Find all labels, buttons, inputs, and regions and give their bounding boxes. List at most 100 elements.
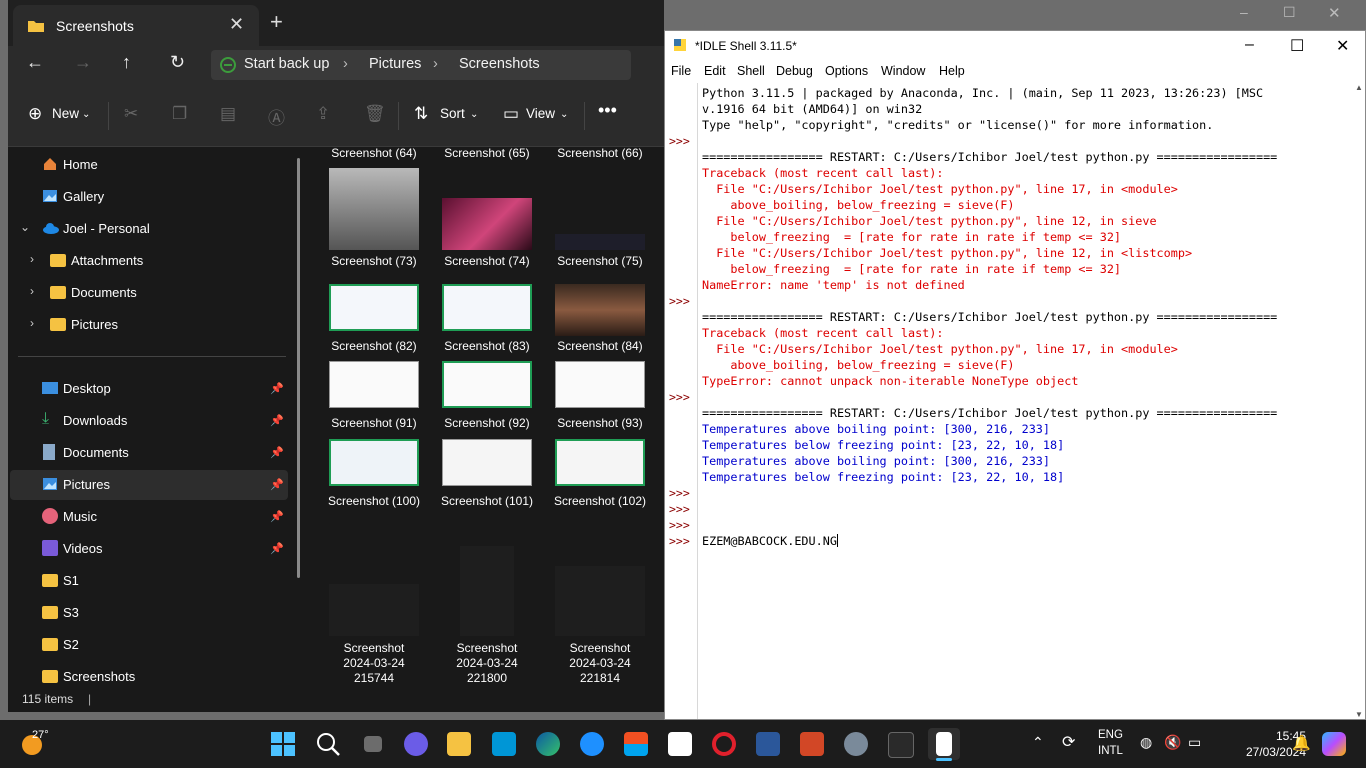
sidebar-item-s3[interactable]: S3 [10, 598, 288, 628]
pin-icon[interactable]: 📌 [270, 478, 284, 491]
shell-prompt: >>> [669, 134, 690, 148]
file-name-line: 221814 [579, 671, 621, 685]
pin-icon[interactable]: 📌 [270, 414, 284, 427]
task-view-button[interactable] [357, 728, 389, 760]
sidebar-item-home[interactable]: Home [10, 150, 288, 180]
sidebar-item-documents[interactable]: › Documents [10, 278, 288, 308]
view-button[interactable]: View [526, 106, 555, 121]
explorer-minimize-icon[interactable]: – [1240, 4, 1248, 20]
sidebar-item-downloads[interactable]: ⤓ Downloads 📌 [10, 406, 288, 436]
sidebar-scrollbar[interactable] [297, 158, 300, 578]
share-icon[interactable]: ⇪ [316, 104, 330, 124]
chevron-right-icon[interactable]: › [30, 316, 34, 330]
sidebar-item-s1[interactable]: S1 [10, 566, 288, 596]
scroll-up-icon[interactable]: ▲ [1355, 83, 1363, 92]
sort-button[interactable]: Sort [440, 106, 465, 121]
up-icon[interactable]: ↑ [122, 52, 131, 73]
search-button[interactable] [312, 728, 344, 760]
notification-icon[interactable]: 🔔 [1292, 734, 1311, 752]
word-button[interactable] [752, 728, 784, 760]
chevron-up-icon[interactable]: ⌃ [1032, 734, 1044, 751]
sidebar-item-pictures[interactable]: Pictures 📌 [10, 470, 288, 500]
sidebar-item-music[interactable]: Music 📌 [10, 502, 288, 532]
terminal-button[interactable] [884, 728, 916, 760]
menu-file[interactable]: File [671, 64, 691, 78]
delete-icon[interactable]: 🗑 [364, 104, 386, 124]
tab-close-icon[interactable]: ✕ [229, 14, 244, 35]
forward-icon[interactable]: → [74, 52, 92, 73]
myhp-button[interactable] [488, 728, 520, 760]
divider [398, 102, 399, 130]
shell-line: v.1916 64 bit (AMD64)] on win32 [702, 102, 923, 116]
powerpoint-button[interactable] [796, 728, 828, 760]
start-button[interactable] [267, 728, 299, 760]
microsoft-store-button[interactable] [620, 728, 652, 760]
battery-icon[interactable]: ▭ [1188, 734, 1201, 751]
settings-button[interactable] [840, 728, 872, 760]
copilot-icon[interactable] [1322, 732, 1346, 756]
rename-icon[interactable]: Ⓐ [268, 104, 285, 129]
menu-help[interactable]: Help [939, 64, 965, 78]
menu-options[interactable]: Options [825, 64, 868, 78]
pin-icon[interactable]: 📌 [270, 382, 284, 395]
sidebar-item-gallery[interactable]: Gallery [10, 182, 288, 212]
powerpoint-icon [800, 732, 824, 756]
pin-icon[interactable]: 📌 [270, 510, 284, 523]
pin-icon[interactable]: 📌 [270, 542, 284, 555]
copy-icon[interactable]: ❐ [172, 104, 187, 124]
sidebar-item-onedrive[interactable]: ⌄ Joel - Personal [10, 214, 288, 244]
terminal-icon [888, 732, 914, 758]
sidebar-item-s2[interactable]: S2 [10, 630, 288, 660]
file-explorer-button[interactable] [443, 728, 475, 760]
cut-icon[interactable]: ✂ [124, 104, 138, 124]
menu-shell[interactable]: Shell [737, 64, 765, 78]
back-icon[interactable]: ← [26, 52, 44, 73]
menu-edit[interactable]: Edit [704, 64, 726, 78]
breadcrumb-pictures[interactable]: Pictures [369, 56, 421, 72]
close-icon[interactable]: ✕ [1336, 36, 1349, 56]
teams-meet-button[interactable] [400, 728, 432, 760]
sidebar-item-pictures-onedrive[interactable]: › Pictures [10, 310, 288, 340]
opera-button[interactable] [708, 728, 740, 760]
sidebar-item-videos[interactable]: Videos 📌 [10, 534, 288, 564]
shell-line: Temperatures above boiling point: [300, … [702, 422, 1051, 436]
vertical-scrollbar[interactable]: ▲ ▼ [1353, 83, 1365, 719]
sync-icon[interactable]: ⟳ [1062, 732, 1075, 752]
menu-window[interactable]: Window [881, 64, 925, 78]
explorer-maximize-icon[interactable]: ☐ [1283, 4, 1296, 21]
file-name: Screenshot (82) [331, 339, 417, 353]
language-eng[interactable]: ENG [1098, 729, 1123, 741]
chevron-down-icon[interactable]: ⌄ [20, 220, 30, 234]
menu-debug[interactable]: Debug [776, 64, 813, 78]
pin-icon[interactable]: 📌 [270, 446, 284, 459]
more-options-icon[interactable]: ••• [598, 100, 617, 121]
explorer-close-icon[interactable]: ✕ [1328, 4, 1341, 22]
idle-button[interactable] [928, 728, 960, 761]
tab-screenshots[interactable]: Screenshots ✕ [13, 5, 259, 46]
chevron-right-icon[interactable]: › [30, 284, 34, 298]
divider [18, 356, 286, 357]
refresh-icon[interactable]: ↻ [170, 52, 185, 73]
sidebar-item-desktop[interactable]: Desktop 📌 [10, 374, 288, 404]
mute-speaker-icon[interactable]: 🔇 [1164, 734, 1181, 751]
sidebar-item-attachments[interactable]: › Attachments [10, 246, 288, 276]
get-help-button[interactable] [576, 728, 608, 760]
title-bar: *IDLE Shell 3.11.5* – ☐ ✕ [665, 31, 1365, 61]
sidebar-item-documents-quick[interactable]: Documents 📌 [10, 438, 288, 468]
address-bar[interactable]: Start back up › Pictures › Screenshots [211, 50, 631, 80]
minimize-icon[interactable]: – [1245, 36, 1254, 54]
scroll-down-icon[interactable]: ▼ [1355, 710, 1363, 719]
maximize-icon[interactable]: ☐ [1290, 36, 1304, 56]
breadcrumb-screenshots[interactable]: Screenshots [459, 56, 540, 72]
paste-icon[interactable]: ▤ [220, 104, 236, 124]
chevron-right-icon[interactable]: › [30, 252, 34, 266]
edge-button[interactable] [532, 728, 564, 760]
shell-text-area[interactable]: Python 3.11.5 | packaged by Anaconda, In… [702, 83, 1342, 719]
capcut-button[interactable] [664, 728, 696, 760]
language-intl[interactable]: INTL [1098, 745, 1123, 757]
new-tab-icon[interactable]: + [270, 9, 283, 35]
new-button[interactable]: New [52, 106, 79, 121]
breadcrumb-start-back-up[interactable]: Start back up [244, 56, 329, 72]
music-icon [42, 508, 58, 524]
network-icon[interactable]: ◍ [1140, 734, 1152, 751]
